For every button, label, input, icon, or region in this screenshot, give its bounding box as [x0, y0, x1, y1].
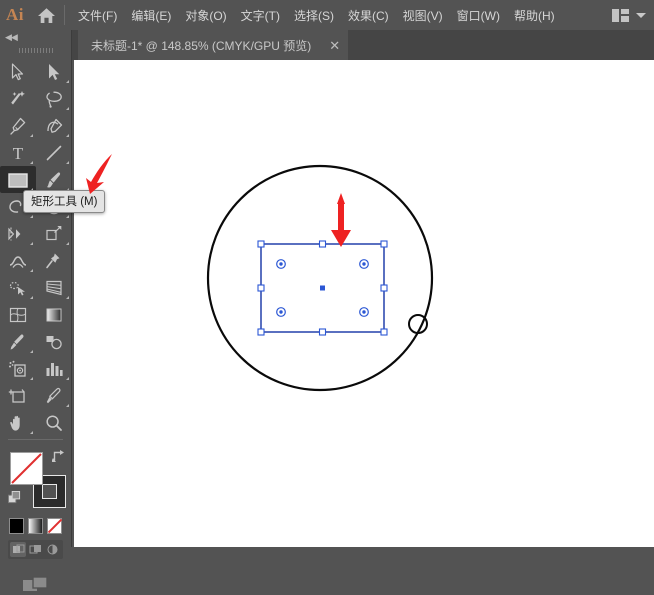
screen-mode-button[interactable]: [0, 575, 71, 595]
free-transform-tool[interactable]: [36, 220, 72, 247]
paintbrush-tool[interactable]: [36, 166, 72, 193]
tool-flyout-indicator: [30, 161, 33, 164]
menu-item-view[interactable]: 视图(V): [396, 3, 450, 28]
swap-fill-stroke-icon[interactable]: [52, 449, 66, 463]
illustrator-window: Ai 文件(F) 编辑(E) 对象(O) 文字(T) 选择(S) 效果(C) 视…: [0, 0, 654, 591]
lasso-tool[interactable]: [36, 85, 72, 112]
tool-flyout-indicator: [66, 107, 69, 110]
tool-flyout-indicator: [30, 215, 33, 218]
workspace-grid-icon: [612, 8, 629, 22]
type-tool[interactable]: T: [0, 139, 36, 166]
menu-item-file[interactable]: 文件(F): [71, 3, 124, 28]
document-tab-bar: 未标题-1* @ 148.85% (CMYK/GPU 预览) ✕: [0, 30, 654, 60]
tool-flyout-indicator: [66, 242, 69, 245]
tool-flyout-indicator: [66, 296, 69, 299]
screen-mode-icon: [22, 576, 48, 591]
menu-item-object[interactable]: 对象(O): [178, 3, 233, 28]
tool-flyout-indicator: [66, 161, 69, 164]
draw-mode-row: [8, 540, 63, 559]
color-mode-button[interactable]: [9, 518, 24, 534]
menu-item-effect[interactable]: 效果(C): [341, 3, 396, 28]
rotate-tool[interactable]: [0, 220, 36, 247]
draw-normal-button[interactable]: [10, 542, 27, 557]
direct-selection-tool[interactable]: [36, 58, 72, 85]
mesh-tool[interactable]: [0, 301, 36, 328]
gradient-tool[interactable]: [36, 301, 72, 328]
color-mode-row: [0, 514, 71, 534]
tool-flyout-indicator: [66, 80, 69, 83]
chevron-down-icon[interactable]: [636, 12, 646, 18]
menu-bar: Ai 文件(F) 编辑(E) 对象(O) 文字(T) 选择(S) 效果(C) 视…: [0, 0, 654, 30]
workspace-switcher[interactable]: [612, 0, 646, 30]
draw-normal-icon: [12, 544, 25, 553]
puppet-warp-tool[interactable]: [36, 247, 72, 274]
menu-items: 文件(F) 编辑(E) 对象(O) 文字(T) 选择(S) 效果(C) 视图(V…: [71, 3, 562, 28]
toolbar-divider: [8, 439, 63, 440]
tools-panel: ◀◀ T: [0, 30, 72, 591]
tool-grid: T: [0, 58, 71, 436]
tool-flyout-indicator: [30, 242, 33, 245]
eyedropper-tool[interactable]: [0, 328, 36, 355]
tool-flyout-indicator: [30, 350, 33, 353]
close-icon[interactable]: ✕: [329, 39, 340, 52]
menu-item-window[interactable]: 窗口(W): [450, 3, 507, 28]
collapse-panel-button[interactable]: ◀◀: [0, 30, 71, 44]
menu-item-select[interactable]: 选择(S): [287, 3, 341, 28]
tool-flyout-indicator: [66, 404, 69, 407]
symbol-sprayer-tool[interactable]: [0, 355, 36, 382]
draw-inside-icon: [47, 544, 58, 555]
fill-swatch[interactable]: [10, 452, 43, 485]
tool-flyout-indicator: [30, 296, 33, 299]
artboard-tool[interactable]: [0, 382, 36, 409]
zoom-tool[interactable]: [36, 409, 72, 436]
hand-tool[interactable]: [0, 409, 36, 436]
tool-flyout-indicator: [66, 215, 69, 218]
slice-tool[interactable]: [36, 382, 72, 409]
ellipse-shape[interactable]: [206, 164, 434, 392]
app-logo-icon: Ai: [6, 5, 24, 24]
blend-tool[interactable]: [36, 328, 72, 355]
none-slash-icon: [48, 519, 62, 533]
draw-behind-icon: [29, 545, 41, 554]
home-icon[interactable]: [30, 0, 62, 30]
document-tab-title: 未标题-1* @ 148.85% (CMYK/GPU 预览): [91, 38, 312, 53]
artboard-canvas[interactable]: [74, 60, 654, 547]
menu-divider: [64, 5, 65, 25]
draw-inside-button[interactable]: [45, 542, 61, 557]
none-slash-icon: [11, 453, 42, 484]
panel-drag-handle[interactable]: [0, 44, 71, 56]
curvature-tool[interactable]: [36, 112, 72, 139]
center-anchor-point: [320, 285, 325, 291]
stroke-swatch-inner: [42, 484, 57, 499]
shape-builder-tool[interactable]: [0, 274, 36, 301]
tool-flyout-indicator: [30, 134, 33, 137]
tool-flyout-indicator: [66, 134, 69, 137]
tool-flyout-indicator: [30, 377, 33, 380]
svg-text:T: T: [13, 144, 24, 162]
tool-tooltip: 矩形工具 (M): [23, 190, 106, 213]
rectangle-tool[interactable]: [0, 166, 36, 193]
line-segment-tool[interactable]: [36, 139, 72, 166]
fill-stroke-controls: [0, 446, 72, 514]
canvas-vector-layer: [206, 164, 434, 392]
default-fill-stroke-icon[interactable]: [8, 491, 21, 504]
tool-flyout-indicator: [66, 377, 69, 380]
tool-flyout-indicator: [30, 269, 33, 272]
width-tool[interactable]: [0, 247, 36, 274]
menu-item-type[interactable]: 文字(T): [234, 3, 287, 28]
magic-wand-tool[interactable]: [0, 85, 36, 112]
gradient-mode-button[interactable]: [28, 518, 43, 534]
document-tab[interactable]: 未标题-1* @ 148.85% (CMYK/GPU 预览) ✕: [78, 30, 349, 60]
selection-tool[interactable]: [0, 58, 36, 85]
draw-behind-button[interactable]: [27, 542, 43, 557]
none-mode-button[interactable]: [47, 518, 62, 534]
tool-flyout-indicator: [30, 431, 33, 434]
perspective-grid-tool[interactable]: [36, 274, 72, 301]
pen-tool[interactable]: [0, 112, 36, 139]
column-graph-tool[interactable]: [36, 355, 72, 382]
menu-item-edit[interactable]: 编辑(E): [124, 3, 178, 28]
menu-item-help[interactable]: 帮助(H): [507, 3, 562, 28]
